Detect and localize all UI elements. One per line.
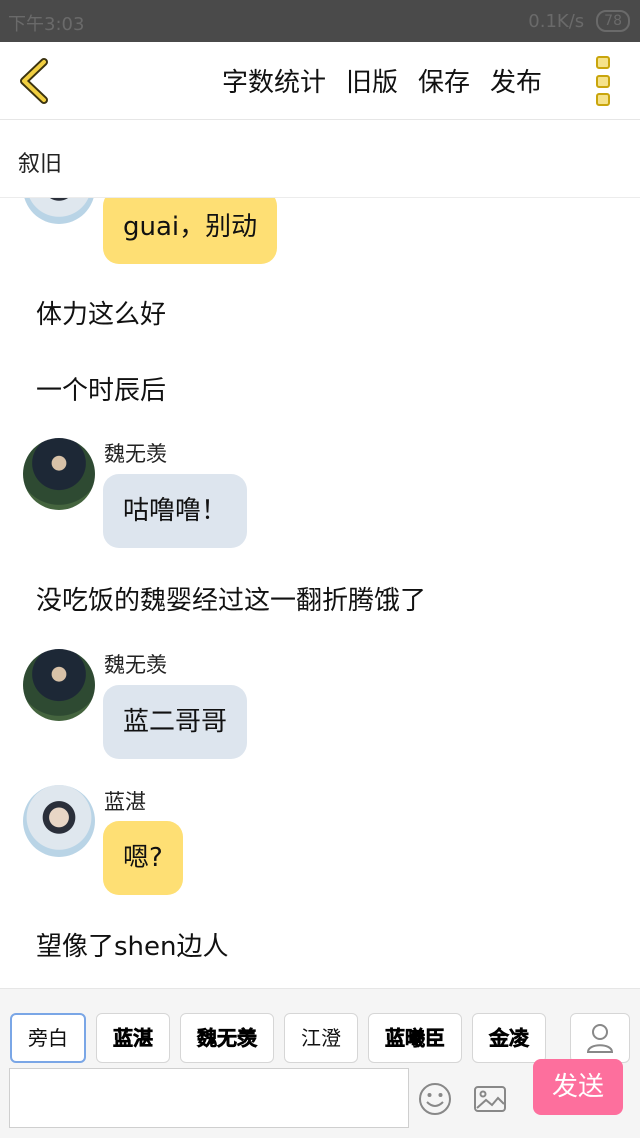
status-bar: 下午3:03 0.1K/s 78	[0, 0, 640, 42]
speaker-name: 蓝湛	[104, 790, 146, 814]
avatar-wei-wuxian[interactable]	[23, 649, 95, 721]
story-title: 叙旧	[18, 152, 63, 177]
message-bubble[interactable]: 嗯?	[103, 821, 183, 895]
character-manage-button[interactable]	[570, 1013, 630, 1063]
message-bubble[interactable]: 蓝二哥哥	[103, 685, 248, 759]
image-icon	[474, 1086, 506, 1112]
compose-toolbar: 旁白 蓝湛 魏无羡 江澄 蓝曦臣 金凌 发送	[0, 988, 640, 1138]
user-icon	[586, 1024, 614, 1053]
publish-button[interactable]: 发布	[490, 62, 542, 99]
narration-line[interactable]: 体力这么好	[36, 294, 166, 331]
character-lan-xichen-button[interactable]: 蓝曦臣	[368, 1013, 462, 1063]
character-jiang-cheng-button[interactable]: 江澄	[284, 1013, 358, 1063]
narration-line[interactable]: 一个时辰后	[36, 370, 166, 407]
speaker-name: 魏无羡	[104, 653, 167, 677]
story-title-bar[interactable]: 叙旧	[0, 120, 640, 198]
status-time: 下午3:03	[8, 14, 85, 35]
emoji-icon	[419, 1083, 451, 1115]
message-bubble[interactable]: guai，别动	[103, 198, 278, 264]
avatar-lan-zhan[interactable]	[23, 198, 95, 224]
avatar-wei-wuxian[interactable]	[23, 438, 95, 510]
save-button[interactable]: 保存	[418, 62, 470, 99]
character-narrator-button[interactable]: 旁白	[10, 1013, 86, 1063]
send-button[interactable]: 发送	[533, 1059, 623, 1115]
avatar-lan-zhan[interactable]	[23, 785, 95, 857]
character-selector: 旁白 蓝湛 魏无羡 江澄 蓝曦臣 金凌	[10, 1013, 570, 1063]
character-wei-wuxian-button[interactable]: 魏无羡	[180, 1013, 274, 1063]
word-count-button[interactable]: 字数统计	[222, 62, 326, 99]
image-button[interactable]	[472, 1081, 508, 1117]
network-speed: 0.1K/s	[528, 10, 585, 32]
battery-indicator: 78	[596, 10, 630, 32]
top-bar: 字数统计 旧版 保存 发布	[0, 42, 640, 120]
old-version-button[interactable]: 旧版	[346, 62, 398, 99]
character-jin-ling-button[interactable]: 金凌	[472, 1013, 546, 1063]
message-bubble[interactable]: 咕噜噜！	[103, 474, 248, 548]
header-actions: 字数统计 旧版 保存 发布	[222, 62, 542, 99]
chevron-left-icon	[20, 58, 48, 104]
back-button[interactable]	[14, 56, 54, 106]
message-input[interactable]	[9, 1068, 409, 1128]
more-icon[interactable]	[596, 56, 614, 106]
narration-line[interactable]: 没吃饭的魏婴经过这一翻折腾饿了	[36, 580, 426, 617]
emoji-button[interactable]	[417, 1081, 453, 1117]
character-lan-zhan-button[interactable]: 蓝湛	[96, 1013, 170, 1063]
speaker-name: 魏无羡	[104, 442, 167, 466]
chat-area[interactable]: guai，别动 体力这么好 一个时辰后 魏无羡 咕噜噜！ 没吃饭的魏婴经过这一翻…	[0, 198, 640, 988]
narration-line[interactable]: 望像了shen边人	[36, 926, 229, 963]
status-indicators: 0.1K/s 78	[528, 10, 630, 32]
